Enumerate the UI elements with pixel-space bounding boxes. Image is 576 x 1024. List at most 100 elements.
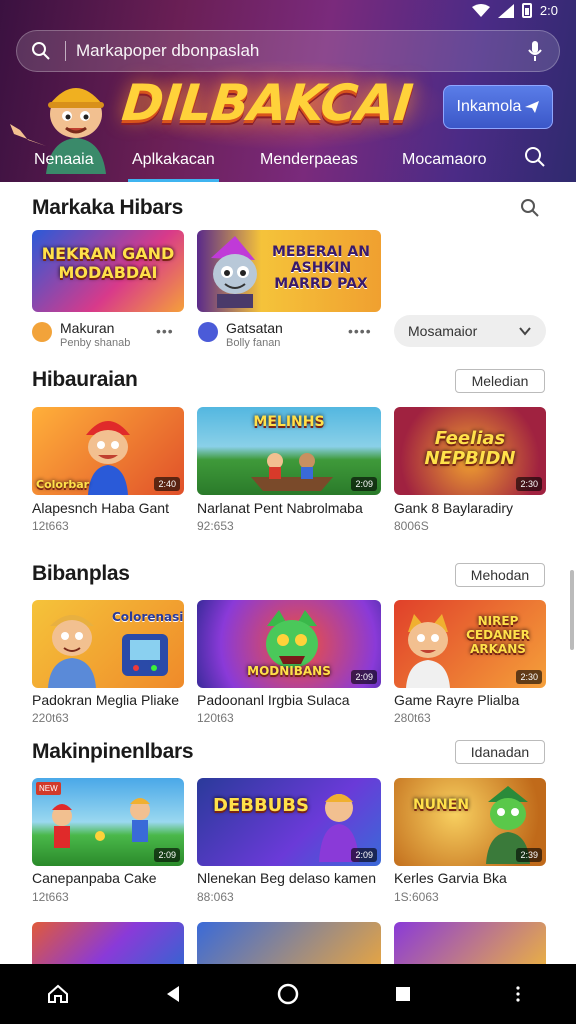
card-name: Kerles Garvia Bka [394,870,507,886]
thumbnail-title: MEBERAI AN ASHKIN MARRD PAX [272,244,370,292]
see-more-button[interactable]: Meledian [455,369,545,393]
game-scene [52,798,150,848]
card-name: Canepanpaba Cake [32,870,157,886]
tab-1[interactable]: Aplkakacan [128,138,219,182]
game-thumbnail[interactable] [32,922,184,964]
more-vert-icon[interactable] [488,964,548,1024]
status-bar: 2:0 [0,0,576,24]
card-name: Narlanat Pent Nabrolmaba [197,500,363,516]
card-subtitle: 8006S [394,519,429,533]
tab-2[interactable]: Menderpaeas [260,138,358,182]
back-icon[interactable] [143,964,203,1024]
duration-badge: 2:40 [154,477,180,491]
card-subtitle: 12t663 [32,890,69,904]
mic-icon[interactable] [511,40,559,62]
tab-label: Mocamaoro [402,151,487,168]
duration-badge: 2:09 [351,477,377,491]
chevron-down-icon [519,327,531,336]
featured-thumbnail[interactable]: MEBERAI AN ASHKIN MARRD PAX [197,230,381,312]
search-input[interactable] [76,41,511,61]
card-subtitle: 1S:6063 [394,890,439,904]
more-options-icon[interactable]: •••• [348,323,372,339]
thumbnail-title: MODNIBANS [247,664,331,678]
see-more-button[interactable]: Mehodan [455,563,545,587]
card-subtitle: 88:063 [197,890,234,904]
search-icon[interactable] [524,146,546,173]
game-thumbnail[interactable]: DEBBUBS 2:09 [197,778,381,866]
recents-icon[interactable] [373,964,433,1024]
card-subtitle: 92:653 [197,519,234,533]
home-circle-icon[interactable] [258,964,318,1024]
card-name: Gatsatan [226,320,283,336]
card-subtitle: Penby shanab [60,337,131,349]
tab-label: Aplkakacan [132,151,215,168]
search-icon[interactable] [520,198,540,223]
duration-badge: 2:30 [516,477,542,491]
card-subtitle: 220t63 [32,711,69,725]
section-title: Hibauraian [32,368,138,391]
app-favicon [198,322,218,342]
card-subtitle: 120t63 [197,711,234,725]
game-thumbnail[interactable]: NIREP CEDANER ARKANS 2:30 [394,600,546,688]
duration-badge: 2:09 [351,848,377,862]
main-content: Markaka Hibars NEKRAN GAND MODABDAI MEBE… [0,182,576,964]
system-nav-bar [0,964,576,1024]
game-thumbnail[interactable]: Colorenasi [32,600,184,688]
tab-label: Menderpaeas [260,151,358,168]
card-name: Gank 8 Baylaradiry [394,500,514,516]
plane-icon [525,101,540,113]
dropdown-label: Mosamaior [408,323,478,339]
new-badge: NEW [36,782,61,795]
battery-icon [521,3,532,18]
tab-label: Nenaaia [34,151,94,168]
search-bar[interactable] [16,30,560,72]
search-divider [65,41,66,61]
game-character [406,614,450,688]
game-thumbnail[interactable]: MELINHS 2:09 [197,407,381,495]
card-subtitle: 280t63 [394,711,431,725]
card-name: Nlenekan Beg delaso kamen [197,870,377,886]
featured-thumbnail[interactable]: NEKRAN GAND MODABDAI [32,230,184,312]
duration-badge: 2:09 [351,670,377,684]
scrollbar[interactable] [570,570,574,650]
card-name: Game Rayre Plialba [394,692,520,708]
game-thumbnail[interactable]: NEW 2:09 [32,778,184,866]
thumbnail-title: NUNEN [412,797,470,813]
header-cta-button[interactable]: Inkamola [443,85,553,129]
app-logo: DILBAKCAI [119,74,415,132]
tab-3[interactable]: Mocamaoro [402,138,486,182]
arcade-machine [122,634,168,676]
card-subtitle: 12t663 [32,519,69,533]
app-header: 2:0 DILBAKCAI Inkamola Nenaaia Aplkakaca… [0,0,576,182]
game-thumbnail[interactable]: Feelias NEPBIDN 2:30 [394,407,546,495]
home-icon[interactable] [28,964,88,1024]
section-title: Bibanplas [32,562,130,585]
thumbnail-title: Feelias NEPBIDN [424,428,516,469]
game-scene [251,453,333,491]
duration-badge: 2:30 [516,670,542,684]
tab-bar: Nenaaia Aplkakacan Menderpaeas Mocamaoro [0,138,576,182]
search-icon[interactable] [17,41,65,61]
more-options-icon[interactable]: ••• [156,323,174,339]
thumbnail-title: Colorbar [36,478,90,491]
section-title: Makinpinenlbars [32,740,194,763]
game-thumbnail[interactable] [394,922,546,964]
card-name: Padokran Meglia Pliake [32,692,180,708]
game-thumbnail[interactable]: Colorbar 2:40 [32,407,184,495]
card-name: Padoonanl Irgbia Sulaca [197,692,350,708]
card-name: Makuran [60,320,115,336]
see-more-button[interactable]: Idanadan [455,740,545,764]
thumbnail-title: MELINHS [253,414,325,430]
tab-0[interactable]: Nenaaia [34,138,94,182]
game-thumbnail[interactable] [197,922,381,964]
duration-badge: 2:39 [516,848,542,862]
thumbnail-title: NEKRAN GAND MODABDAI [41,244,175,282]
status-time: 2:0 [539,3,558,18]
game-character [48,615,96,688]
game-thumbnail[interactable]: NUNEN 2:39 [394,778,546,866]
duration-badge: 2:09 [154,848,180,862]
game-thumbnail[interactable]: MODNIBANS 2:09 [197,600,381,688]
app-favicon [32,322,52,342]
game-character [211,236,257,308]
sort-dropdown[interactable]: Mosamaior [394,315,546,347]
